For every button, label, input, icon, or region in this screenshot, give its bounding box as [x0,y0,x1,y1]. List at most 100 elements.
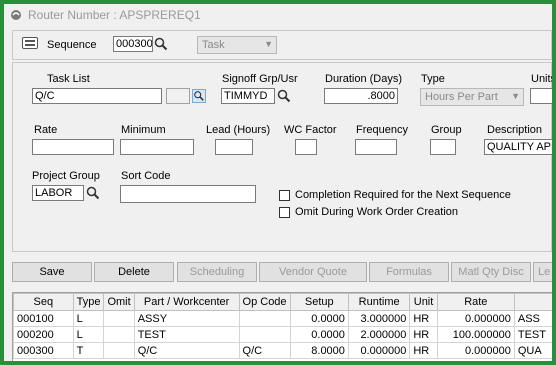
signoff-input[interactable]: TIMMYD [221,88,275,104]
column-header[interactable]: Seq [13,293,74,311]
group-label: Group [431,124,462,136]
matl-qty-disc-button[interactable]: Matl Qty Disc [451,262,531,282]
sequence-label: Sequence [47,39,97,51]
formulas-button[interactable]: Formulas [369,262,449,282]
delete-button[interactable]: Delete [94,262,174,282]
task-list-search-icon[interactable] [192,89,206,103]
cell-extra: QUA [513,342,552,359]
more-button[interactable]: Le [533,262,552,282]
cell-seq: 000100 [13,310,74,327]
cell-setup: 0.0000 [289,310,349,327]
sequence-panel: Sequence 000300 Task ▼ [12,30,552,60]
omit-label: Omit During Work Order Creation [295,206,459,218]
cell-type: L [72,310,105,327]
lead-hours-input[interactable] [215,139,253,155]
router-window: Router Number : APSPREREQ1 Sequence 0003… [4,4,552,361]
cell-op-code: Q/C [238,342,291,359]
omit-checkbox[interactable] [279,207,290,218]
cell-rate: 100.000000 [436,326,515,343]
completion-required-label: Completion Required for the Next Sequenc… [295,189,511,201]
task-form-panel: Task List Q/C Signoff Grp/Usr TIMMYD Dur… [12,62,552,252]
sort-code-label: Sort Code [121,170,171,182]
cell-part: TEST [133,326,240,343]
sort-code-input[interactable] [120,185,256,203]
title-bar: Router Number : APSPREREQ1 [4,4,552,26]
type-select-value: Hours Per Part [425,91,498,103]
cell-extra: TEST [513,326,552,343]
cell-type: L [72,326,105,343]
rate-input[interactable] [32,139,114,155]
table-header-row: Seq Type Omit Part / Workcenter Op Code … [13,293,552,311]
save-button[interactable]: Save [12,262,92,282]
duration-input[interactable]: .8000 [324,88,398,104]
sequence-table: Seq Type Omit Part / Workcenter Op Code … [13,293,552,359]
signoff-search-icon[interactable] [277,89,291,103]
column-header[interactable]: Omit [103,293,135,311]
cell-setup: 0.0000 [289,326,349,343]
duration-label: Duration (Days) [325,73,403,85]
frequency-label: Frequency [356,124,408,136]
column-header[interactable]: Op Code [238,293,291,311]
table-row[interactable]: 000100 L ASSY 0.0000 3.000000 HR 0.00000… [13,310,552,327]
minimum-input[interactable] [120,139,194,155]
task-list-label: Task List [47,73,90,85]
cell-op-code [238,310,291,327]
completion-required-checkbox[interactable] [279,190,290,201]
cell-setup: 8.0000 [289,342,349,359]
frequency-input[interactable] [355,139,397,155]
cell-part: ASSY [133,310,240,327]
description-label: Description [487,124,543,136]
window-title: Router Number : APSPREREQ1 [28,8,201,22]
column-header[interactable]: Type [72,293,105,311]
cell-runtime: 0.000000 [347,342,411,359]
column-header[interactable]: Rate [436,293,515,311]
column-header[interactable]: Unit [409,293,438,311]
cell-omit [103,326,135,343]
project-group-input[interactable]: LABOR [32,185,84,201]
task-list-input[interactable]: Q/C [32,88,162,104]
app-icon [11,10,21,20]
vendor-quote-button[interactable]: Vendor Quote [259,262,367,282]
cell-unit: HR [409,326,438,343]
table-row[interactable]: 000300 T Q/C Q/C 8.0000 0.000000 HR 0.00… [13,342,552,359]
project-group-search-icon[interactable] [86,186,100,200]
cell-omit [103,310,135,327]
cell-extra: ASS [513,310,552,327]
sequence-search-icon[interactable] [154,37,168,51]
chevron-down-icon: ▼ [511,91,520,101]
keyboard-icon[interactable] [22,37,38,49]
rate-label: Rate [34,124,58,136]
project-group-label: Project Group [32,170,100,182]
sequence-input[interactable]: 000300 [113,36,153,52]
table-row[interactable]: 000200 L TEST 0.0000 2.000000 HR 100.000… [13,326,552,343]
cell-omit [103,342,135,359]
minimum-label: Minimum [121,124,166,136]
lead-hours-label: Lead (Hours) [206,124,271,136]
column-header[interactable]: Part / Workcenter [133,293,240,311]
chevron-down-icon: ▼ [264,39,273,49]
cell-part: Q/C [133,342,240,359]
units-input[interactable] [530,88,552,104]
cell-rate: 0.000000 [436,342,515,359]
wc-factor-label: WC Factor [284,124,337,136]
cell-runtime: 2.000000 [347,326,411,343]
column-header[interactable]: Runtime [347,293,411,311]
group-input[interactable] [430,139,456,155]
scheduling-button[interactable]: Scheduling [177,262,257,282]
cell-seq: 000200 [13,326,74,343]
cell-unit: HR [409,310,438,327]
column-header[interactable]: Setup [289,293,349,311]
cell-runtime: 3.000000 [347,310,411,327]
wc-factor-input[interactable] [295,139,317,155]
units-label: Units [531,73,552,85]
type-label: Type [421,73,445,85]
cell-rate: 0.000000 [436,310,515,327]
column-header[interactable] [513,293,552,311]
sequence-grid: Seq Type Omit Part / Workcenter Op Code … [12,292,552,361]
sequence-type-select[interactable]: Task ▼ [197,36,277,54]
cell-op-code [238,326,291,343]
task-list-extra-field [166,88,190,104]
cell-type: T [72,342,105,359]
description-input[interactable]: QUALITY APPR [484,139,552,155]
type-select[interactable]: Hours Per Part ▼ [420,88,524,106]
